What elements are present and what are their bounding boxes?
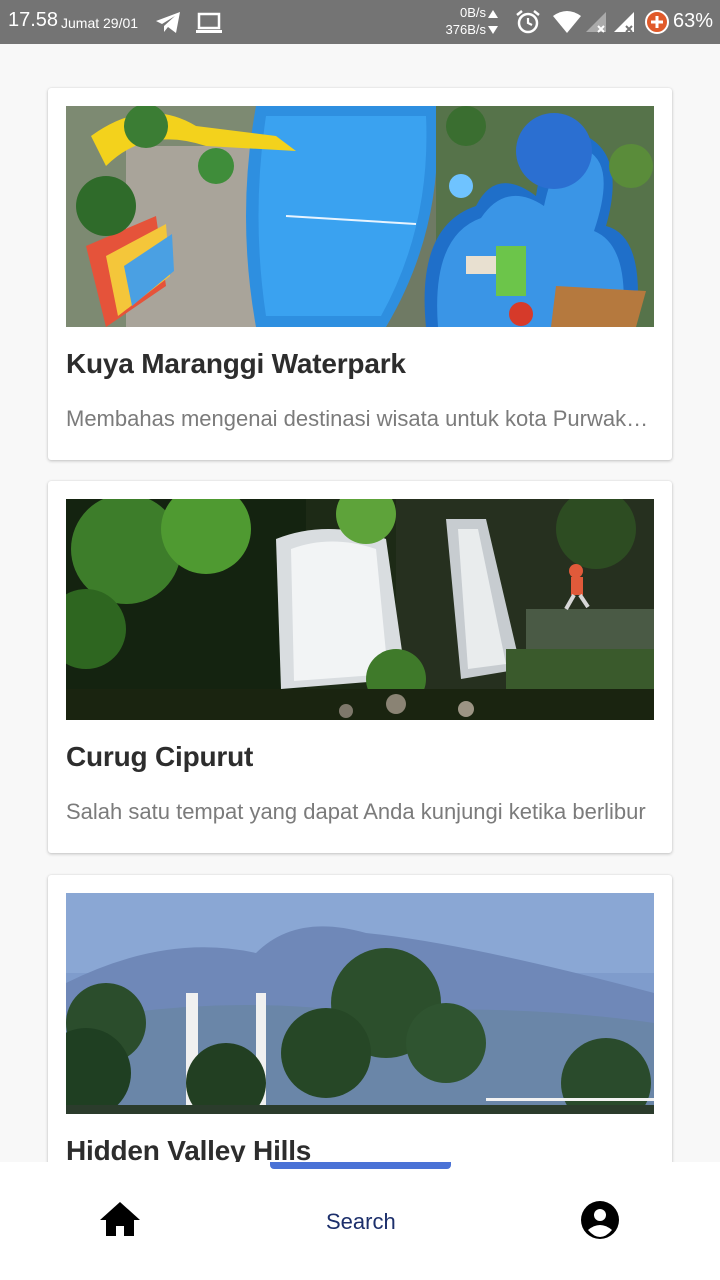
- net-down-speed: 376B/s: [445, 22, 486, 37]
- destination-card[interactable]: Hidden Valley Hills: [48, 875, 672, 1162]
- telegram-icon: [156, 12, 180, 33]
- waterfall-photo: [66, 499, 654, 720]
- status-time: 17.58: [8, 9, 59, 31]
- battery-saver-icon: [645, 10, 669, 34]
- data-arrows-icon: [488, 10, 498, 34]
- destination-list[interactable]: Kuya Maranggi Waterpark Membahas mengena…: [0, 44, 720, 1162]
- status-bar: 17.58 Jumat 29/01 0B/s 376B/s 63%: [0, 0, 720, 44]
- signal-icon: [614, 12, 634, 33]
- net-up-speed: 0B/s: [459, 5, 486, 20]
- battery-level: 63%: [673, 10, 714, 32]
- laptop-icon: [196, 12, 222, 33]
- alarm-icon: [516, 10, 540, 34]
- destination-card[interactable]: Kuya Maranggi Waterpark Membahas mengena…: [48, 88, 672, 460]
- status-date: Jumat 29/01: [61, 15, 139, 31]
- bottom-navigation: Search: [0, 1162, 720, 1280]
- home-icon[interactable]: [98, 1200, 142, 1240]
- waterpark-photo: [66, 106, 654, 327]
- wifi-icon: [553, 11, 581, 33]
- network-speed: 0B/s 376B/s: [440, 4, 486, 38]
- card-title: Curug Cipurut: [66, 741, 254, 772]
- card-title: Kuya Maranggi Waterpark: [66, 348, 406, 379]
- destination-card[interactable]: Curug Cipurut Salah satu tempat yang dap…: [48, 481, 672, 853]
- active-tab-indicator: [270, 1162, 451, 1169]
- account-circle-icon[interactable]: [580, 1200, 620, 1240]
- nav-search-tab[interactable]: Search: [326, 1209, 396, 1235]
- signal-icon: [586, 12, 606, 33]
- card-description: Membahas mengenai destinasi wisata untuk…: [66, 406, 656, 431]
- valley-photo: [66, 893, 654, 1114]
- card-title: Hidden Valley Hills: [66, 1135, 312, 1162]
- card-description: Salah satu tempat yang dapat Anda kunjun…: [66, 799, 646, 824]
